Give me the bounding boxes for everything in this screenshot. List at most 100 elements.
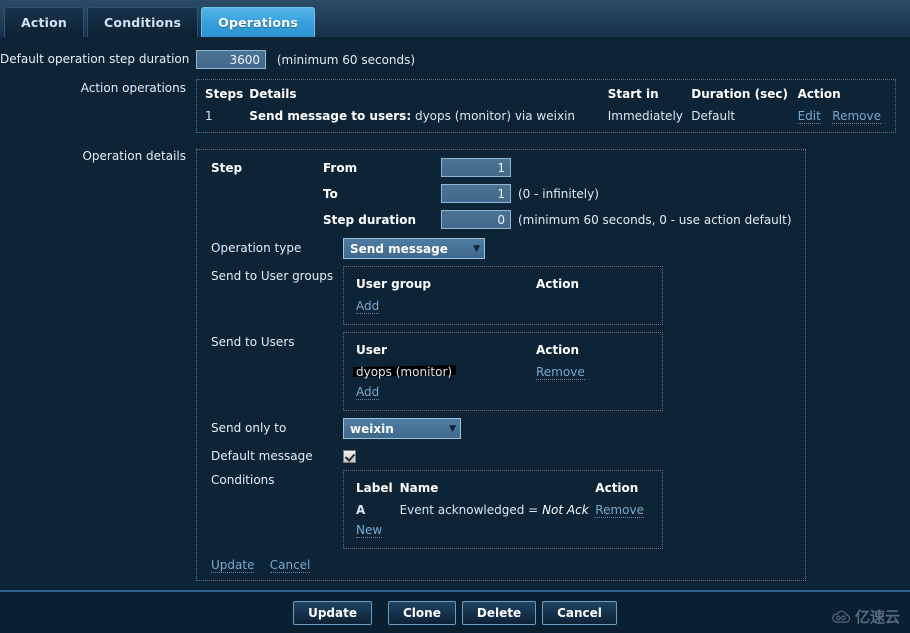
step-label: Step [211, 160, 243, 175]
action-operations-table: Steps Details Start in Duration (sec) Ac… [205, 84, 887, 126]
default-message-row: Default message [211, 446, 795, 463]
operations-form: Default operation step duration (minimum… [0, 38, 910, 581]
table-header-row: User group Action [356, 274, 650, 296]
cell-cond-name: Event acknowledged = Not Ack [400, 500, 596, 520]
remove-operation-link[interactable]: Remove [832, 109, 881, 124]
delete-button[interactable]: Delete [461, 600, 537, 625]
cloud-icon [832, 610, 851, 623]
new-condition-link[interactable]: New [356, 523, 383, 538]
redacted-username: dyops (monitor) [356, 365, 452, 379]
remove-condition-link[interactable]: Remove [595, 503, 644, 518]
tab-conditions-label: Conditions [104, 15, 182, 30]
update-button[interactable]: Update [293, 600, 372, 625]
cell-steps: 1 [205, 109, 213, 123]
tab-action-label: Action [21, 15, 68, 30]
table-row: Add [356, 382, 650, 402]
send-to-user-groups-row: Send to User groups User group Action Ad… [211, 266, 795, 325]
step-duration-label: Step duration [323, 212, 417, 227]
add-user-link[interactable]: Add [356, 385, 380, 400]
step-duration-row: Step duration (minimum 60 seconds, 0 - u… [211, 210, 795, 229]
step-duration-input[interactable] [441, 210, 511, 229]
operation-type-row: Operation type Send message ▼ [211, 238, 795, 259]
user-groups-table: User group Action Add [356, 274, 650, 316]
step-duration-hint: (minimum 60 seconds, 0 - use action defa… [518, 212, 792, 227]
details-actions: Update Cancel [211, 556, 795, 573]
table-header-row: Steps Details Start in Duration (sec) Ac… [205, 84, 887, 106]
default-message-checkbox[interactable] [343, 450, 356, 463]
default-step-duration-input[interactable] [196, 50, 266, 69]
users-box: User Action dyops (monitor) Remove Add [343, 332, 663, 411]
operation-type-select[interactable]: Send message ▼ [343, 238, 485, 259]
default-message-label: Default message [211, 449, 313, 463]
send-only-to-value: weixin [350, 421, 394, 436]
cell-start-in: Immediately [607, 109, 683, 123]
col-start-in: Start in [607, 87, 659, 101]
col-duration: Duration (sec) [691, 87, 788, 101]
action-operations-table-box: Steps Details Start in Duration (sec) Ac… [196, 79, 896, 133]
table-row: New [356, 520, 650, 540]
send-to-users-row: Send to Users User Action dyops (monitor… [211, 332, 795, 411]
operation-details-panel: Step From To (0 - infinitely) Step durat… [196, 149, 806, 581]
users-table: User Action dyops (monitor) Remove Add [356, 340, 650, 402]
col-user-action: Action [536, 343, 580, 357]
step-to-input[interactable] [441, 184, 511, 203]
send-only-to-label: Send only to [211, 421, 287, 435]
operation-type-value: Send message [350, 241, 448, 256]
details-update-link[interactable]: Update [211, 558, 255, 573]
watermark-text: 亿速云 [854, 608, 900, 626]
to-label: To [323, 186, 338, 201]
cell-cond-name-prefix: Event acknowledged = [399, 503, 543, 517]
step-from-row: Step From [211, 158, 795, 177]
edit-operation-link[interactable]: Edit [797, 109, 821, 124]
cell-cond-new-name [400, 520, 596, 540]
conditions-row: Conditions Label Name Action A Event ack… [211, 470, 795, 549]
footer-bar: Update Clone Delete Cancel 亿速云 [0, 590, 910, 633]
cell-duration: Default [691, 109, 736, 123]
chevron-down-icon: ▼ [473, 243, 480, 254]
send-only-to-select[interactable]: weixin ▼ [343, 418, 461, 439]
conditions-label: Conditions [211, 473, 275, 487]
step-from-input[interactable] [441, 158, 511, 177]
add-user-group-link[interactable]: Add [356, 299, 380, 314]
col-user-group: User group [356, 277, 432, 291]
to-hint: (0 - infinitely) [518, 186, 599, 201]
cell-user-add: Add [356, 382, 536, 402]
cancel-button[interactable]: Cancel [542, 600, 617, 625]
table-row: A Event acknowledged = Not Ack Remove [356, 500, 650, 520]
cell-details: Send message to users: dyops (monitor) v… [249, 106, 608, 126]
details-cancel-link[interactable]: Cancel [269, 558, 311, 573]
send-to-users-label: Send to Users [211, 335, 295, 349]
from-label: From [323, 160, 358, 175]
conditions-table: Label Name Action A Event acknowledged =… [356, 478, 650, 540]
col-user-group-action: Action [536, 277, 580, 291]
table-header-row: User Action [356, 340, 650, 362]
cell-cond-new-action [595, 520, 650, 540]
cell-cond-new: New [356, 520, 400, 540]
chevron-down-icon: ▼ [449, 423, 456, 434]
col-cond-label: Label [356, 481, 393, 495]
clone-button[interactable]: Clone [388, 600, 456, 625]
cell-cond-action: Remove [595, 500, 650, 520]
row-action-operations: Action operations Steps Details Start in… [0, 75, 910, 133]
row-operation-details: Operation details Step From To (0 - infi… [0, 143, 910, 581]
col-action: Action [797, 87, 841, 101]
table-row: 1 Send message to users: dyops (monitor)… [205, 106, 887, 126]
tab-action[interactable]: Action [4, 7, 85, 37]
tab-conditions[interactable]: Conditions [87, 7, 199, 37]
cell-user-action: Remove [536, 362, 650, 382]
remove-user-link[interactable]: Remove [536, 365, 585, 380]
table-row: dyops (monitor) Remove [356, 362, 650, 382]
send-to-user-groups-label: Send to User groups [211, 269, 334, 283]
table-row: Add [356, 296, 650, 316]
operation-details-label: Operation details [82, 149, 186, 163]
cell-user-group-action [536, 296, 650, 316]
action-operations-label: Action operations [80, 81, 186, 95]
tab-operations[interactable]: Operations [201, 7, 315, 37]
col-steps: Steps [205, 87, 244, 101]
cell-cond-label: A [356, 503, 366, 517]
table-header-row: Label Name Action [356, 478, 650, 500]
user-groups-box: User group Action Add [343, 266, 663, 325]
cell-details-bold: Send message to users: [249, 109, 412, 123]
tab-operations-label: Operations [218, 15, 298, 30]
cell-action: Edit Remove [797, 106, 887, 126]
